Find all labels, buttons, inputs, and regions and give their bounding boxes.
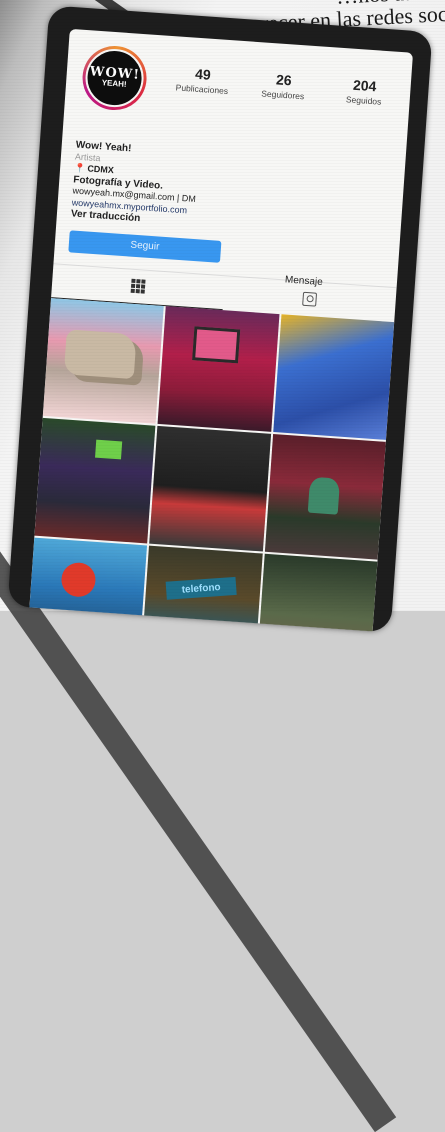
post-thumbnail[interactable] [157, 305, 280, 432]
location-pin-icon: 📍 [73, 162, 86, 174]
phone-device: WOW! YEAH! 49 Publicaciones 26 Seguidore… [7, 5, 433, 633]
avatar[interactable]: WOW! YEAH! [80, 43, 149, 113]
post-thumbnail[interactable] [256, 553, 378, 632]
stat-posts[interactable]: 49 Publicaciones [162, 63, 244, 97]
profile-location-text: CDMX [87, 163, 115, 176]
grid-icon [130, 278, 146, 294]
post-thumbnail[interactable] [149, 425, 271, 552]
profile-stats: 49 Publicaciones 26 Seguidores 204 Segui… [162, 63, 405, 108]
avatar-logo-subtext: YEAH! [101, 78, 127, 89]
phone-screen: WOW! YEAH! 49 Publicaciones 26 Seguidore… [29, 28, 414, 632]
posts-grid: telefono [29, 297, 395, 632]
post-thumbnail[interactable] [34, 417, 156, 543]
stat-followers[interactable]: 26 Seguidores [243, 69, 325, 103]
avatar-image: WOW! YEAH! [83, 47, 146, 110]
stat-following[interactable]: 204 Seguidos [323, 75, 405, 109]
post-thumbnail[interactable] [272, 313, 395, 440]
follow-button[interactable]: Seguir [68, 229, 222, 263]
post-thumbnail[interactable]: telefono [141, 545, 263, 632]
post-thumbnail[interactable] [29, 537, 148, 632]
post-thumbnail[interactable] [264, 433, 386, 560]
post-sign-text: telefono [165, 576, 238, 600]
post-thumbnail[interactable] [42, 297, 165, 424]
tagged-icon [302, 291, 318, 307]
